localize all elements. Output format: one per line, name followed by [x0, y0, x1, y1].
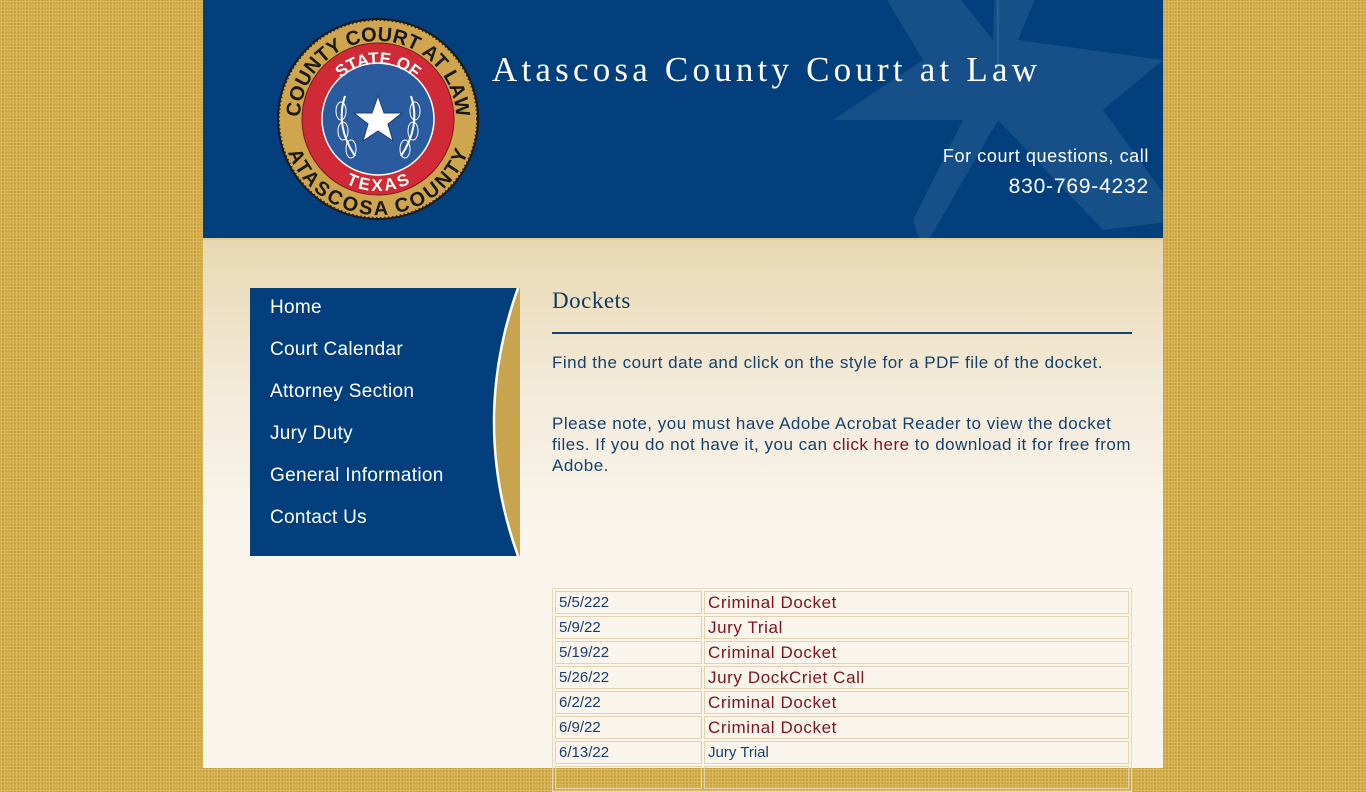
nav-link-jury-duty[interactable]: Jury Duty: [270, 423, 353, 444]
docket-link[interactable]: Criminal Docket: [708, 643, 837, 662]
docket-date: 6/13/22: [555, 741, 702, 764]
table-row: 5/26/22 Jury DockCriet Call: [555, 666, 1129, 689]
table-row: 6/2/22 Criminal Docket: [555, 691, 1129, 714]
court-seal-logo: COUNTY COURT AT LAW ATASCOSA COUNTY STAT…: [277, 18, 479, 220]
docket-date: [555, 766, 702, 789]
adobe-note: Please note, you must have Adobe Acrobat…: [552, 413, 1132, 476]
site-header: COUNTY COURT AT LAW ATASCOSA COUNTY STAT…: [203, 0, 1163, 240]
nav-item-attorney-section: Attorney Section: [270, 381, 444, 423]
nav-item-general-information: General Information: [270, 465, 444, 507]
nav-item-court-calendar: Court Calendar: [270, 339, 444, 381]
page-container: COUNTY COURT AT LAW ATASCOSA COUNTY STAT…: [203, 0, 1163, 792]
table-row: 5/19/22 Criminal Docket: [555, 641, 1129, 664]
table-row: 5/9/22 Jury Trial: [555, 616, 1129, 639]
page-title: Dockets: [552, 288, 1132, 334]
docket-style-cell: Jury Trial: [704, 741, 1129, 764]
nav-list: Home Court Calendar Attorney Section Jur…: [270, 297, 444, 549]
site-title: Atascosa County Court at Law: [492, 50, 1042, 89]
main-nav: Home Court Calendar Attorney Section Jur…: [250, 288, 520, 556]
nav-link-court-calendar[interactable]: Court Calendar: [270, 339, 403, 360]
table-row: [555, 766, 1129, 789]
nav-item-contact-us: Contact Us: [270, 507, 444, 549]
phone-number: 830-769-4232: [1008, 175, 1149, 198]
docket-link[interactable]: Jury DockCriet Call: [708, 668, 865, 687]
docket-date: 6/2/22: [555, 691, 702, 714]
docket-link[interactable]: Jury Trial: [708, 618, 783, 637]
docket-link[interactable]: Criminal Docket: [708, 693, 837, 712]
docket-style-cell: Criminal Docket: [704, 641, 1129, 664]
docket-link[interactable]: Criminal Docket: [708, 718, 837, 737]
nav-item-home: Home: [270, 297, 444, 339]
docket-date: 5/19/22: [555, 641, 702, 664]
docket-link[interactable]: Criminal Docket: [708, 593, 837, 612]
docket-style-cell: [704, 766, 1129, 789]
docket-link[interactable]: Jury Trial: [708, 744, 769, 761]
star-watermark-icon: [833, 0, 1163, 238]
docket-style-cell: Jury Trial: [704, 616, 1129, 639]
docket-style-cell: Jury DockCriet Call: [704, 666, 1129, 689]
docket-style-cell: Criminal Docket: [704, 691, 1129, 714]
call-label: For court questions, call: [942, 146, 1149, 166]
docket-style-cell: Criminal Docket: [704, 716, 1129, 739]
nav-item-jury-duty: Jury Duty: [270, 423, 444, 465]
table-row: 6/13/22 Jury Trial: [555, 741, 1129, 764]
table-row: 5/5/222 Criminal Docket: [555, 591, 1129, 614]
nav-link-home[interactable]: Home: [270, 297, 322, 318]
docket-date: 5/9/22: [555, 616, 702, 639]
adobe-download-link[interactable]: click here: [833, 435, 910, 454]
nav-link-general-information[interactable]: General Information: [270, 465, 444, 486]
table-row: 6/9/22 Criminal Docket: [555, 716, 1129, 739]
docket-date: 5/26/22: [555, 666, 702, 689]
docket-date: 5/5/222: [555, 591, 702, 614]
intro-text: Find the court date and click on the sty…: [552, 353, 1103, 372]
nav-link-contact-us[interactable]: Contact Us: [270, 507, 367, 528]
main-content: Dockets Find the court date and click on…: [552, 288, 1132, 476]
dockets-table: 5/5/222 Criminal Docket 5/9/22 Jury Tria…: [552, 588, 1132, 792]
docket-style-cell: Criminal Docket: [704, 591, 1129, 614]
docket-date: 6/9/22: [555, 716, 702, 739]
nav-link-attorney-section[interactable]: Attorney Section: [270, 381, 414, 402]
